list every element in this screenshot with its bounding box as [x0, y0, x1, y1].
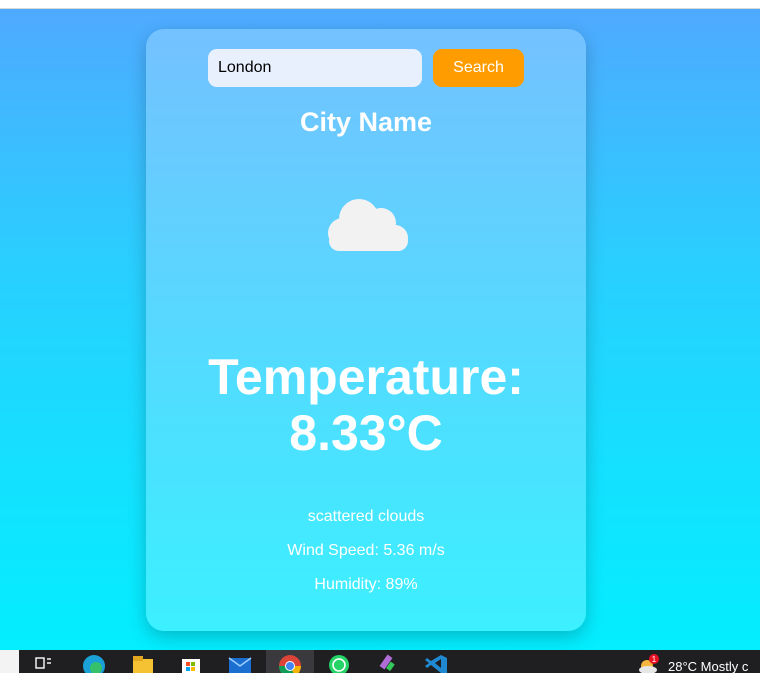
task-view-icon[interactable] — [30, 653, 56, 673]
edge-icon[interactable] — [81, 653, 107, 673]
whatsapp-icon[interactable] — [326, 653, 352, 673]
cloud-icon — [321, 193, 413, 255]
browser-top-edge — [0, 0, 760, 9]
wind-speed: Wind Speed: 5.36 m/s — [287, 542, 445, 559]
chrome-icon[interactable] — [277, 653, 303, 673]
weather-notification-badge: 1 — [652, 655, 657, 664]
vscode-icon[interactable] — [423, 653, 449, 673]
weather-card: Search City Name Temperature: 8.33°C sca… — [146, 29, 586, 631]
humidity: Humidity: 89% — [314, 576, 418, 593]
windows-taskbar: 1 28°C Mostly c — [0, 650, 760, 673]
temperature-label: Temperature: — [208, 349, 524, 405]
temperature-value: 8.33°C — [289, 405, 443, 461]
search-button[interactable]: Search — [433, 49, 524, 87]
file-explorer-icon[interactable] — [130, 653, 156, 673]
temperature-display: Temperature: 8.33°C — [146, 349, 586, 461]
weather-description: scattered clouds — [307, 508, 425, 525]
taskbar-left-edge — [0, 650, 19, 673]
taskbar-weather-text[interactable]: 28°C Mostly c — [668, 659, 748, 673]
city-name: City Name — [299, 107, 433, 137]
city-search-input[interactable] — [208, 49, 422, 87]
store-icon[interactable] — [178, 653, 204, 673]
paint-icon[interactable] — [374, 653, 400, 673]
mail-icon[interactable] — [227, 653, 253, 673]
taskbar-weather-icon[interactable]: 1 — [636, 654, 660, 673]
